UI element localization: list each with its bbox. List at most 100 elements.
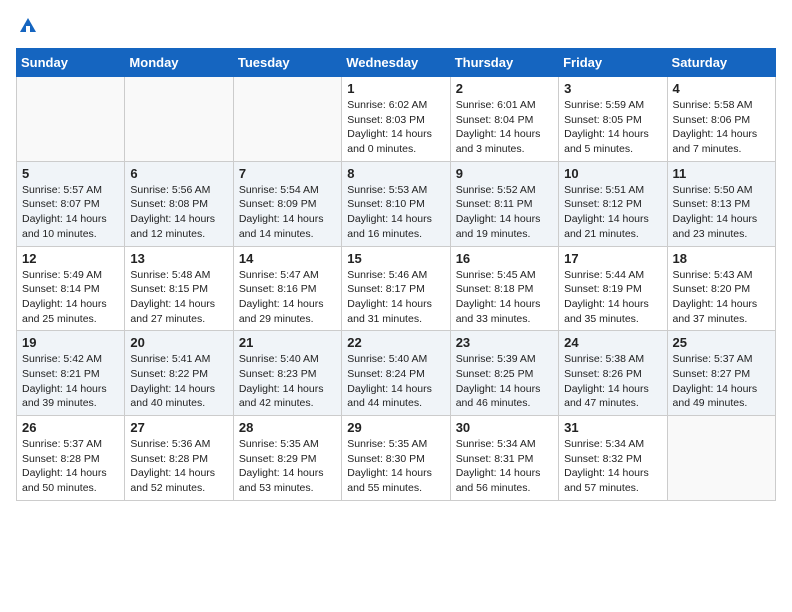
weekday-header-wednesday: Wednesday <box>342 49 450 77</box>
page-header <box>16 16 776 36</box>
calendar-day-26: 26 Sunrise: 5:37 AMSunset: 8:28 PMDayligh… <box>17 416 125 501</box>
calendar-week-row: 5 Sunrise: 5:57 AMSunset: 8:07 PMDaylight… <box>17 161 776 246</box>
day-info: Sunrise: 5:46 AMSunset: 8:17 PMDaylight:… <box>347 268 444 327</box>
day-info: Sunrise: 5:53 AMSunset: 8:10 PMDaylight:… <box>347 183 444 242</box>
day-info: Sunrise: 5:58 AMSunset: 8:06 PMDaylight:… <box>673 98 770 157</box>
day-info: Sunrise: 5:50 AMSunset: 8:13 PMDaylight:… <box>673 183 770 242</box>
day-info: Sunrise: 5:54 AMSunset: 8:09 PMDaylight:… <box>239 183 336 242</box>
day-info: Sunrise: 5:37 AMSunset: 8:27 PMDaylight:… <box>673 352 770 411</box>
day-info: Sunrise: 5:51 AMSunset: 8:12 PMDaylight:… <box>564 183 661 242</box>
day-info: Sunrise: 5:47 AMSunset: 8:16 PMDaylight:… <box>239 268 336 327</box>
day-number: 28 <box>239 420 336 435</box>
calendar-day-8: 8 Sunrise: 5:53 AMSunset: 8:10 PMDaylight… <box>342 161 450 246</box>
weekday-header-monday: Monday <box>125 49 233 77</box>
day-info: Sunrise: 5:40 AMSunset: 8:24 PMDaylight:… <box>347 352 444 411</box>
calendar-day-22: 22Sunrise: 5:40 AMSunset: 8:24 PMDayligh… <box>342 331 450 416</box>
day-number: 23 <box>456 335 553 350</box>
calendar-day-15: 15 Sunrise: 5:46 AMSunset: 8:17 PMDayligh… <box>342 246 450 331</box>
day-info: Sunrise: 5:56 AMSunset: 8:08 PMDaylight:… <box>130 183 227 242</box>
day-number: 4 <box>673 81 770 96</box>
weekday-header-sunday: Sunday <box>17 49 125 77</box>
day-info: Sunrise: 5:45 AMSunset: 8:18 PMDaylight:… <box>456 268 553 327</box>
calendar-day-21: 21Sunrise: 5:40 AMSunset: 8:23 PMDayligh… <box>233 331 341 416</box>
day-number: 30 <box>456 420 553 435</box>
day-info: Sunrise: 5:34 AMSunset: 8:32 PMDaylight:… <box>564 437 661 496</box>
day-number: 31 <box>564 420 661 435</box>
day-number: 17 <box>564 251 661 266</box>
day-number: 18 <box>673 251 770 266</box>
day-number: 25 <box>673 335 770 350</box>
day-info: Sunrise: 5:59 AMSunset: 8:05 PMDaylight:… <box>564 98 661 157</box>
calendar-week-row: 12Sunrise: 5:49 AMSunset: 8:14 PMDayligh… <box>17 246 776 331</box>
day-number: 5 <box>22 166 119 181</box>
day-info: Sunrise: 5:41 AMSunset: 8:22 PMDaylight:… <box>130 352 227 411</box>
day-info: Sunrise: 6:01 AMSunset: 8:04 PMDaylight:… <box>456 98 553 157</box>
calendar-day-13: 13 Sunrise: 5:48 AMSunset: 8:15 PMDayligh… <box>125 246 233 331</box>
weekday-header-tuesday: Tuesday <box>233 49 341 77</box>
calendar-day-12: 12Sunrise: 5:49 AMSunset: 8:14 PMDayligh… <box>17 246 125 331</box>
calendar-day-18: 18 Sunrise: 5:43 AMSunset: 8:20 PMDayligh… <box>667 246 775 331</box>
day-info: Sunrise: 5:39 AMSunset: 8:25 PMDaylight:… <box>456 352 553 411</box>
calendar-day-30: 30 Sunrise: 5:34 AMSunset: 8:31 PMDayligh… <box>450 416 558 501</box>
day-info: Sunrise: 5:38 AMSunset: 8:26 PMDaylight:… <box>564 352 661 411</box>
day-number: 14 <box>239 251 336 266</box>
day-number: 7 <box>239 166 336 181</box>
calendar-day-2: 2 Sunrise: 6:01 AMSunset: 8:04 PMDaylight… <box>450 77 558 162</box>
day-number: 3 <box>564 81 661 96</box>
calendar-day-19: 19Sunrise: 5:42 AMSunset: 8:21 PMDayligh… <box>17 331 125 416</box>
calendar-day-25: 25 Sunrise: 5:37 AMSunset: 8:27 PMDayligh… <box>667 331 775 416</box>
calendar-day-6: 6 Sunrise: 5:56 AMSunset: 8:08 PMDaylight… <box>125 161 233 246</box>
calendar-day-29: 29 Sunrise: 5:35 AMSunset: 8:30 PMDayligh… <box>342 416 450 501</box>
day-info: Sunrise: 6:02 AMSunset: 8:03 PMDaylight:… <box>347 98 444 157</box>
day-number: 20 <box>130 335 227 350</box>
day-number: 13 <box>130 251 227 266</box>
day-number: 29 <box>347 420 444 435</box>
calendar-day-23: 23 Sunrise: 5:39 AMSunset: 8:25 PMDayligh… <box>450 331 558 416</box>
calendar-day-3: 3 Sunrise: 5:59 AMSunset: 8:05 PMDaylight… <box>559 77 667 162</box>
day-info: Sunrise: 5:37 AMSunset: 8:28 PMDaylight:… <box>22 437 119 496</box>
day-number: 26 <box>22 420 119 435</box>
day-info: Sunrise: 5:52 AMSunset: 8:11 PMDaylight:… <box>456 183 553 242</box>
calendar-empty-cell <box>233 77 341 162</box>
calendar-day-11: 11Sunrise: 5:50 AMSunset: 8:13 PMDayligh… <box>667 161 775 246</box>
day-info: Sunrise: 5:57 AMSunset: 8:07 PMDaylight:… <box>22 183 119 242</box>
day-number: 1 <box>347 81 444 96</box>
calendar-empty-cell <box>17 77 125 162</box>
calendar-week-row: 1 Sunrise: 6:02 AMSunset: 8:03 PMDaylight… <box>17 77 776 162</box>
weekday-header-thursday: Thursday <box>450 49 558 77</box>
weekday-header-saturday: Saturday <box>667 49 775 77</box>
calendar-day-9: 9 Sunrise: 5:52 AMSunset: 8:11 PMDaylight… <box>450 161 558 246</box>
day-info: Sunrise: 5:48 AMSunset: 8:15 PMDaylight:… <box>130 268 227 327</box>
calendar-empty-cell <box>125 77 233 162</box>
day-number: 16 <box>456 251 553 266</box>
calendar-day-5: 5 Sunrise: 5:57 AMSunset: 8:07 PMDaylight… <box>17 161 125 246</box>
calendar-week-row: 19Sunrise: 5:42 AMSunset: 8:21 PMDayligh… <box>17 331 776 416</box>
day-number: 8 <box>347 166 444 181</box>
day-info: Sunrise: 5:34 AMSunset: 8:31 PMDaylight:… <box>456 437 553 496</box>
day-info: Sunrise: 5:49 AMSunset: 8:14 PMDaylight:… <box>22 268 119 327</box>
calendar-day-24: 24Sunrise: 5:38 AMSunset: 8:26 PMDayligh… <box>559 331 667 416</box>
day-number: 6 <box>130 166 227 181</box>
day-number: 27 <box>130 420 227 435</box>
calendar-day-27: 27Sunrise: 5:36 AMSunset: 8:28 PMDayligh… <box>125 416 233 501</box>
calendar-day-17: 17 Sunrise: 5:44 AMSunset: 8:19 PMDayligh… <box>559 246 667 331</box>
calendar-week-row: 26 Sunrise: 5:37 AMSunset: 8:28 PMDayligh… <box>17 416 776 501</box>
day-info: Sunrise: 5:40 AMSunset: 8:23 PMDaylight:… <box>239 352 336 411</box>
calendar-day-10: 10 Sunrise: 5:51 AMSunset: 8:12 PMDayligh… <box>559 161 667 246</box>
day-number: 9 <box>456 166 553 181</box>
day-info: Sunrise: 5:44 AMSunset: 8:19 PMDaylight:… <box>564 268 661 327</box>
logo <box>16 16 38 36</box>
day-info: Sunrise: 5:42 AMSunset: 8:21 PMDaylight:… <box>22 352 119 411</box>
calendar-day-14: 14 Sunrise: 5:47 AMSunset: 8:16 PMDayligh… <box>233 246 341 331</box>
logo-icon <box>18 16 38 36</box>
day-number: 2 <box>456 81 553 96</box>
calendar-day-20: 20 Sunrise: 5:41 AMSunset: 8:22 PMDayligh… <box>125 331 233 416</box>
calendar-day-16: 16 Sunrise: 5:45 AMSunset: 8:18 PMDayligh… <box>450 246 558 331</box>
day-info: Sunrise: 5:35 AMSunset: 8:29 PMDaylight:… <box>239 437 336 496</box>
calendar-day-28: 28 Sunrise: 5:35 AMSunset: 8:29 PMDayligh… <box>233 416 341 501</box>
weekday-header-row: SundayMondayTuesdayWednesdayThursdayFrid… <box>17 49 776 77</box>
day-number: 10 <box>564 166 661 181</box>
day-info: Sunrise: 5:43 AMSunset: 8:20 PMDaylight:… <box>673 268 770 327</box>
day-number: 15 <box>347 251 444 266</box>
day-info: Sunrise: 5:35 AMSunset: 8:30 PMDaylight:… <box>347 437 444 496</box>
